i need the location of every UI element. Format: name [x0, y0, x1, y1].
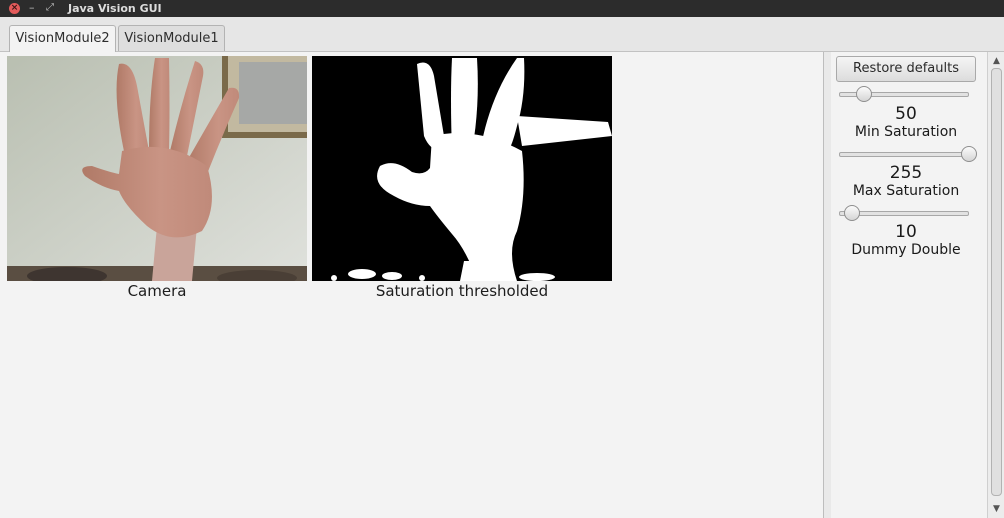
dummy-double-slider[interactable]: [839, 205, 969, 221]
scrollbar-thumb[interactable]: [991, 68, 1002, 496]
restore-defaults-button[interactable]: Restore defaults: [836, 56, 976, 82]
close-icon[interactable]: ×: [9, 3, 20, 14]
camera-image: [7, 56, 307, 281]
vertical-scrollbar[interactable]: ▲ ▼: [987, 52, 1004, 518]
max-saturation-value: 255: [889, 163, 923, 183]
slider-track: [839, 152, 969, 157]
slider-thumb[interactable]: [961, 146, 977, 162]
max-saturation-label: Max Saturation: [852, 183, 960, 199]
window-titlebar: × – ⤢ Java Vision GUI: [0, 0, 1004, 17]
scroll-up-icon[interactable]: ▲: [988, 54, 1004, 68]
dummy-double-value: 10: [895, 222, 917, 242]
camera-caption: Camera: [127, 282, 187, 300]
max-saturation-slider[interactable]: [839, 146, 977, 162]
min-saturation-value: 50: [895, 104, 917, 124]
min-saturation-label: Min Saturation: [854, 124, 958, 140]
tab-bar: VisionModule2 VisionModule1: [0, 17, 1004, 52]
minimize-icon[interactable]: –: [29, 0, 35, 16]
slider-thumb[interactable]: [856, 86, 873, 102]
maximize-icon[interactable]: ⤢: [46, 0, 54, 16]
threshold-caption: Saturation thresholded: [375, 282, 549, 300]
min-saturation-slider[interactable]: [839, 86, 969, 102]
dummy-double-label: Dummy Double: [851, 242, 961, 258]
tab-visionmodule2[interactable]: VisionModule2: [9, 25, 116, 52]
controls-panel: Restore defaults 50 Min Saturation 255 M…: [831, 52, 987, 518]
saturation-threshold-image: [312, 56, 612, 281]
window-title: Java Vision GUI: [68, 2, 162, 15]
tab-visionmodule1[interactable]: VisionModule1: [118, 25, 225, 51]
scroll-down-icon[interactable]: ▼: [988, 502, 1004, 516]
slider-thumb[interactable]: [844, 205, 860, 221]
